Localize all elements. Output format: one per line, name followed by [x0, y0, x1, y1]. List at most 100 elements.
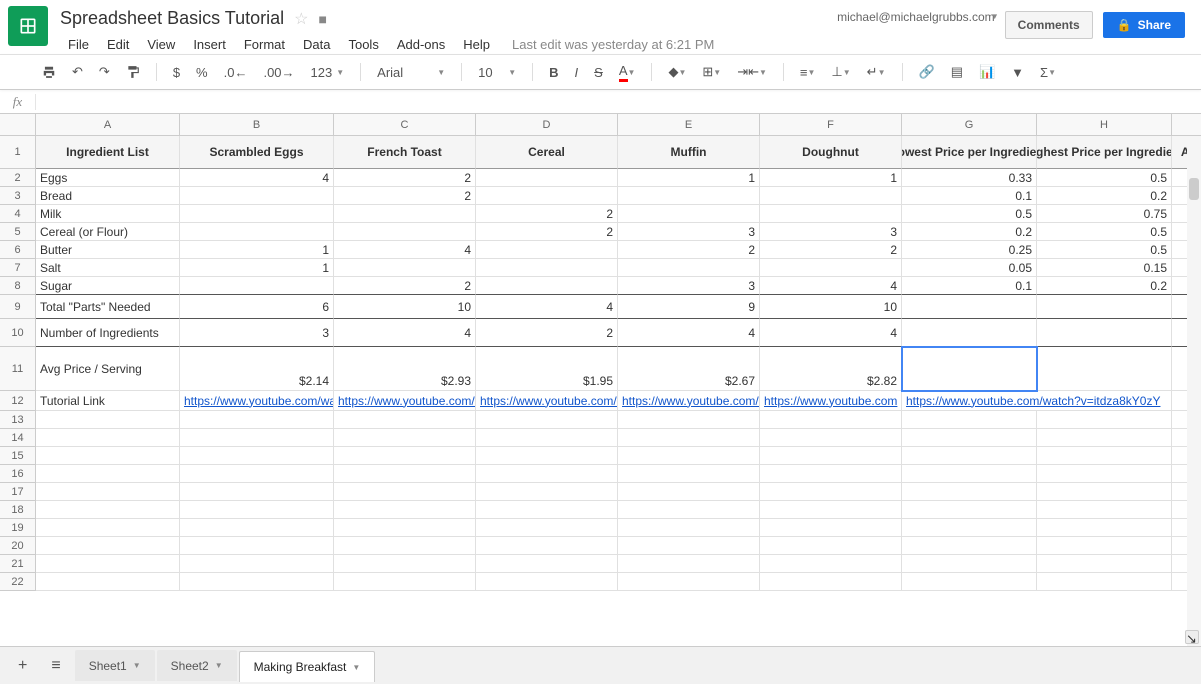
- cell-D5[interactable]: 2: [476, 223, 618, 241]
- cell-F4[interactable]: [760, 205, 902, 223]
- cell-B4[interactable]: [180, 205, 334, 223]
- row-header-2[interactable]: 2: [0, 169, 36, 187]
- cell-empty[interactable]: [180, 483, 334, 501]
- row-header-15[interactable]: 15: [0, 447, 36, 465]
- cell-H3[interactable]: 0.2: [1037, 187, 1172, 205]
- cell-empty[interactable]: [476, 519, 618, 537]
- strikethrough-icon[interactable]: S: [588, 61, 609, 84]
- cell-empty[interactable]: [180, 429, 334, 447]
- row-header-13[interactable]: 13: [0, 411, 36, 429]
- last-edit[interactable]: Last edit was yesterday at 6:21 PM: [512, 37, 714, 52]
- cell-E12[interactable]: https://www.youtube.com/v: [618, 391, 760, 411]
- cell-E8[interactable]: 3: [618, 277, 760, 295]
- cell-D10[interactable]: 2: [476, 319, 618, 347]
- cell-H9[interactable]: [1037, 295, 1172, 319]
- header-cell-C[interactable]: French Toast: [334, 136, 476, 169]
- cell-empty[interactable]: [760, 519, 902, 537]
- sheet-tab-sheet2[interactable]: Sheet2▼: [157, 650, 237, 681]
- cell-empty[interactable]: [902, 501, 1037, 519]
- cell-D3[interactable]: [476, 187, 618, 205]
- cell-empty[interactable]: [618, 555, 760, 573]
- header-cell-B[interactable]: Scrambled Eggs: [180, 136, 334, 169]
- cell-D7[interactable]: [476, 259, 618, 277]
- comment-icon[interactable]: ▤: [945, 60, 969, 84]
- cell-E2[interactable]: 1: [618, 169, 760, 187]
- col-header-C[interactable]: C: [334, 114, 476, 136]
- cell-G3[interactable]: 0.1: [902, 187, 1037, 205]
- cell-B7[interactable]: 1: [180, 259, 334, 277]
- row-header-4[interactable]: 4: [0, 205, 36, 223]
- cell-A10[interactable]: Number of Ingredients: [36, 319, 180, 347]
- select-all-corner[interactable]: [0, 114, 36, 136]
- cell-G11[interactable]: [902, 347, 1037, 391]
- cell-G10[interactable]: [902, 319, 1037, 347]
- cell-empty[interactable]: [334, 573, 476, 591]
- vertical-scrollbar[interactable]: [1187, 114, 1201, 646]
- cell-empty[interactable]: [902, 573, 1037, 591]
- cell-B3[interactable]: [180, 187, 334, 205]
- cell-empty[interactable]: [1037, 483, 1172, 501]
- cell-A6[interactable]: Butter: [36, 241, 180, 259]
- row-header-3[interactable]: 3: [0, 187, 36, 205]
- cell-empty[interactable]: [902, 537, 1037, 555]
- row-header-16[interactable]: 16: [0, 465, 36, 483]
- cell-empty[interactable]: [760, 465, 902, 483]
- star-icon[interactable]: ☆: [294, 9, 308, 29]
- font-dropdown[interactable]: Arial ▼: [371, 61, 451, 84]
- row-header-1[interactable]: 1: [0, 136, 36, 169]
- cell-B9[interactable]: 6: [180, 295, 334, 319]
- cell-empty[interactable]: [476, 573, 618, 591]
- cell-empty[interactable]: [618, 465, 760, 483]
- cell-empty[interactable]: [902, 519, 1037, 537]
- cell-empty[interactable]: [760, 447, 902, 465]
- row-header-19[interactable]: 19: [0, 519, 36, 537]
- cell-F8[interactable]: 4: [760, 277, 902, 295]
- cell-B12[interactable]: https://www.youtube.com/wa: [180, 391, 334, 411]
- text-color-icon[interactable]: A ▼: [613, 59, 642, 86]
- cell-B11[interactable]: $2.14: [180, 347, 334, 391]
- cell-C12[interactable]: https://www.youtube.com/wa: [334, 391, 476, 411]
- merge-icon[interactable]: ⇥⇤ ▼: [731, 60, 773, 84]
- row-header-10[interactable]: 10: [0, 319, 36, 347]
- cell-empty[interactable]: [334, 519, 476, 537]
- cell-empty[interactable]: [334, 501, 476, 519]
- cell-E11[interactable]: $2.67: [618, 347, 760, 391]
- header-cell-E[interactable]: Muffin: [618, 136, 760, 169]
- cell-empty[interactable]: [476, 429, 618, 447]
- cell-empty[interactable]: [1037, 519, 1172, 537]
- font-size-dropdown[interactable]: 10 ▼: [472, 61, 522, 84]
- cell-H11[interactable]: [1037, 347, 1172, 391]
- bold-icon[interactable]: B: [543, 61, 564, 84]
- v-align-icon[interactable]: ⊥ ▼: [825, 60, 856, 84]
- cell-empty[interactable]: [180, 537, 334, 555]
- cell-empty[interactable]: [618, 447, 760, 465]
- cell-empty[interactable]: [476, 465, 618, 483]
- cell-H8[interactable]: 0.2: [1037, 277, 1172, 295]
- cell-D12[interactable]: https://www.youtube.com/v: [476, 391, 618, 411]
- sheets-logo[interactable]: [8, 6, 48, 46]
- cell-H2[interactable]: 0.5: [1037, 169, 1172, 187]
- formula-input[interactable]: [36, 94, 1201, 109]
- cell-B10[interactable]: 3: [180, 319, 334, 347]
- cell-empty[interactable]: [36, 555, 180, 573]
- cell-E5[interactable]: 3: [618, 223, 760, 241]
- cell-H5[interactable]: 0.5: [1037, 223, 1172, 241]
- cell-empty[interactable]: [1037, 465, 1172, 483]
- cell-empty[interactable]: [180, 573, 334, 591]
- cell-G9[interactable]: [902, 295, 1037, 319]
- row-header-7[interactable]: 7: [0, 259, 36, 277]
- cell-D4[interactable]: 2: [476, 205, 618, 223]
- cell-F7[interactable]: [760, 259, 902, 277]
- cell-empty[interactable]: [36, 465, 180, 483]
- row-header-11[interactable]: 11: [0, 347, 36, 391]
- cell-F9[interactable]: 10: [760, 295, 902, 319]
- cell-empty[interactable]: [36, 573, 180, 591]
- header-cell-D[interactable]: Cereal: [476, 136, 618, 169]
- cell-G8[interactable]: 0.1: [902, 277, 1037, 295]
- row-header-18[interactable]: 18: [0, 501, 36, 519]
- cell-empty[interactable]: [476, 501, 618, 519]
- cell-empty[interactable]: [1037, 501, 1172, 519]
- row-header-20[interactable]: 20: [0, 537, 36, 555]
- cell-G5[interactable]: 0.2: [902, 223, 1037, 241]
- row-header-5[interactable]: 5: [0, 223, 36, 241]
